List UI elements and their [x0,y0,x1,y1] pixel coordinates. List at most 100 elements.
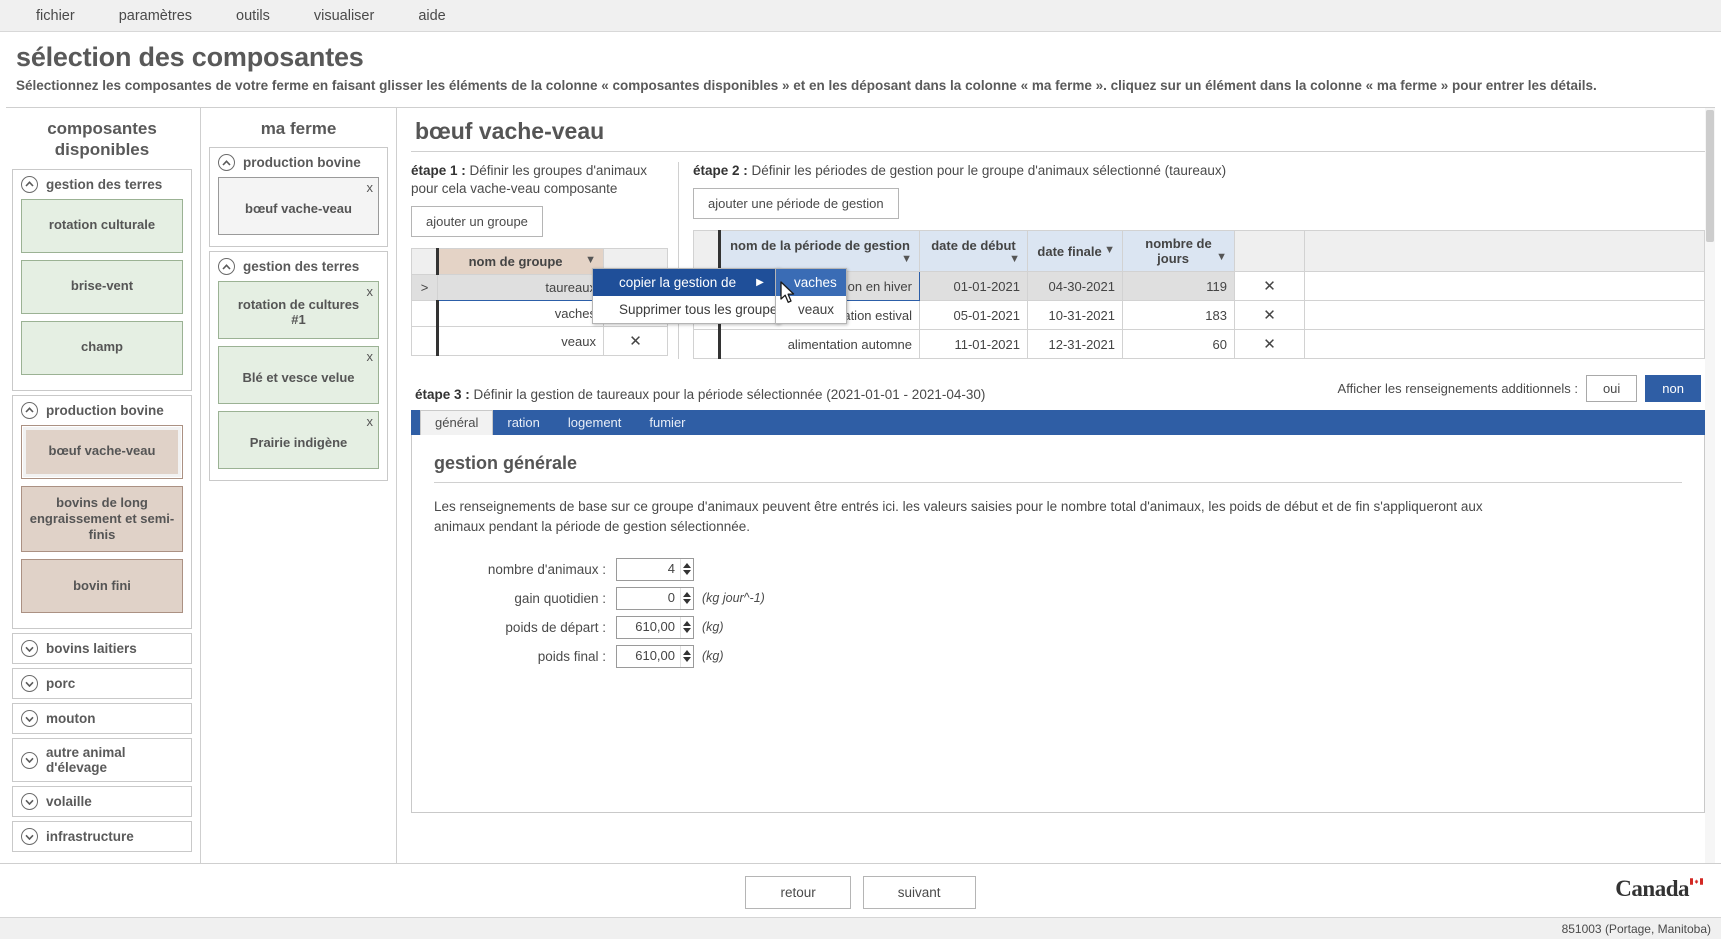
accordion-header[interactable]: gestion des terres [210,252,387,281]
tab-ration[interactable]: ration [493,411,554,435]
back-button[interactable]: retour [745,876,851,909]
poids-depart-stepper[interactable]: 610,00 [616,615,694,639]
field-value[interactable]: 4 [617,559,680,580]
field-value[interactable]: 610,00 [617,617,680,638]
context-menu-item-supprimer-tous-les-groupes[interactable]: Supprimer tous les groupes [593,296,784,323]
context-submenu[interactable]: vaches veaux [775,268,847,324]
period-start-cell[interactable]: 01-01-2021 [919,271,1028,302]
stepper-down-icon[interactable] [683,657,691,663]
remove-icon[interactable]: x [367,349,374,364]
remove-icon[interactable]: x [367,414,374,429]
remove-icon[interactable]: x [367,180,374,195]
detail-vertical-scrollbar[interactable] [1705,108,1715,863]
stepper-up-icon[interactable] [683,563,691,569]
accordion-mouton[interactable]: mouton [12,703,192,735]
group-name-cell[interactable]: vaches [436,300,604,328]
farm-tile-rotation-de-cultures-1[interactable]: x rotation de cultures #1 [218,281,379,340]
next-button[interactable]: suivant [862,876,976,909]
component-tile-bovins-long-engraissement[interactable]: bovins de long engraissement et semi-fin… [21,485,183,553]
accordion-header[interactable]: volaille [13,787,191,816]
accordion-header[interactable]: production bovine [210,148,387,177]
menu-item-visualiser[interactable]: visualiser [292,0,396,32]
filter-icon[interactable]: ▼ [1009,253,1020,265]
farm-tile-prairie-indigene[interactable]: x Prairie indigène [218,411,379,470]
row-expander-icon[interactable] [411,326,438,357]
remove-icon[interactable]: x [367,284,374,299]
tab-general[interactable]: général [420,410,494,436]
menu-item-outils[interactable]: outils [214,0,292,32]
period-end-cell[interactable]: 04-30-2021 [1027,271,1123,302]
submenu-item-vaches[interactable]: vaches [776,269,846,296]
accordion-gestion-des-terres[interactable]: gestion des terres rotation culturale br… [12,168,192,391]
stepper-up-icon[interactable] [683,650,691,656]
stepper-down-icon[interactable] [683,599,691,605]
row-expander-icon[interactable] [693,329,720,360]
nombre-animaux-stepper[interactable]: 4 [616,557,694,581]
accordion-header[interactable]: autre animal d'élevage [13,739,191,781]
menu-item-fichier[interactable]: fichier [14,0,97,32]
delete-row-button[interactable]: ✕ [1234,300,1305,331]
stepper-down-icon[interactable] [683,570,691,576]
accordion-infrastructure[interactable]: infrastructure [12,821,192,853]
accordion-header[interactable]: production bovine [13,396,191,425]
poids-final-stepper[interactable]: 610,00 [616,644,694,668]
stepper-arrows[interactable] [680,558,693,580]
stepper-arrows[interactable] [680,645,693,667]
accordion-header[interactable]: porc [13,669,191,698]
accordion-bovins-laitiers[interactable]: bovins laitiers [12,633,192,665]
group-name-cell[interactable]: taureaux [437,274,604,302]
delete-row-button[interactable]: ✕ [603,326,668,357]
col-nombre-jours[interactable]: nombre de jours ▼ [1122,230,1235,273]
row-expander-icon[interactable]: > [411,274,438,302]
field-value[interactable]: 0 [617,588,680,609]
delete-row-button[interactable]: ✕ [1234,271,1305,302]
delete-row-button[interactable]: ✕ [1234,329,1305,360]
accordion-production-bovine[interactable]: production bovine bœuf vache-veau bovins… [12,394,192,630]
period-start-cell[interactable]: 05-01-2021 [919,300,1028,331]
table-row[interactable]: alimentation automne 11-01-2021 12-31-20… [693,329,1705,360]
farm-tile-boeuf-vache-veau[interactable]: x bœuf vache-veau [218,177,379,236]
row-expander-icon[interactable] [411,300,438,328]
accordion-header[interactable]: infrastructure [13,822,191,851]
tab-logement[interactable]: logement [554,411,635,435]
col-date-finale[interactable]: date finale ▼ [1027,230,1123,273]
period-name-cell[interactable]: alimentation automne [718,329,920,360]
stepper-arrows[interactable] [680,587,693,609]
component-tile-champ[interactable]: champ [21,320,183,375]
accordion-header[interactable]: gestion des terres [13,170,191,199]
table-row[interactable]: veaux ✕ [411,326,668,357]
stepper-up-icon[interactable] [683,621,691,627]
gain-quotidien-stepper[interactable]: 0 [616,586,694,610]
filter-icon[interactable]: ▼ [1216,251,1227,263]
scrollbar-thumb[interactable] [1706,110,1714,242]
col-date-debut[interactable]: date de début ▼ [919,230,1028,273]
filter-icon[interactable]: ▼ [585,254,596,266]
farm-tile-ble-et-vesce-velue[interactable]: x Blé et vesce velue [218,346,379,405]
context-menu-item-copier-la-gestion-de[interactable]: copier la gestion de ▶ [593,269,779,296]
toggle-oui-button[interactable]: oui [1585,375,1638,403]
toggle-non-button[interactable]: non [1645,375,1701,403]
period-end-cell[interactable]: 10-31-2021 [1027,300,1123,331]
col-nom-de-groupe[interactable]: nom de groupe ▼ [436,248,604,276]
stepper-arrows[interactable] [680,616,693,638]
component-tile-brise-vent[interactable]: brise-vent [21,259,183,314]
add-group-button[interactable]: ajouter un groupe [411,206,543,238]
submenu-item-veaux[interactable]: veaux [776,296,846,323]
add-management-period-button[interactable]: ajouter une période de gestion [693,188,899,220]
stepper-up-icon[interactable] [683,592,691,598]
component-tile-boeuf-vache-veau[interactable]: bœuf vache-veau [21,424,183,479]
accordion-header[interactable]: bovins laitiers [13,634,191,663]
tab-fumier[interactable]: fumier [635,411,699,435]
period-start-cell[interactable]: 11-01-2021 [919,329,1028,360]
period-end-cell[interactable]: 12-31-2021 [1027,329,1123,360]
filter-icon[interactable]: ▼ [901,253,912,265]
accordion-autre-animal-elevage[interactable]: autre animal d'élevage [12,738,192,783]
accordion-header[interactable]: mouton [13,704,191,733]
accordion-porc[interactable]: porc [12,668,192,700]
menu-item-parametres[interactable]: paramètres [97,0,214,32]
filter-icon[interactable]: ▼ [1104,244,1115,256]
col-nom-periode[interactable]: nom de la période de gestion ▼ [718,230,920,273]
accordion-volaille[interactable]: volaille [12,786,192,818]
component-tile-rotation-culturale[interactable]: rotation culturale [21,198,183,253]
field-value[interactable]: 610,00 [617,646,680,667]
